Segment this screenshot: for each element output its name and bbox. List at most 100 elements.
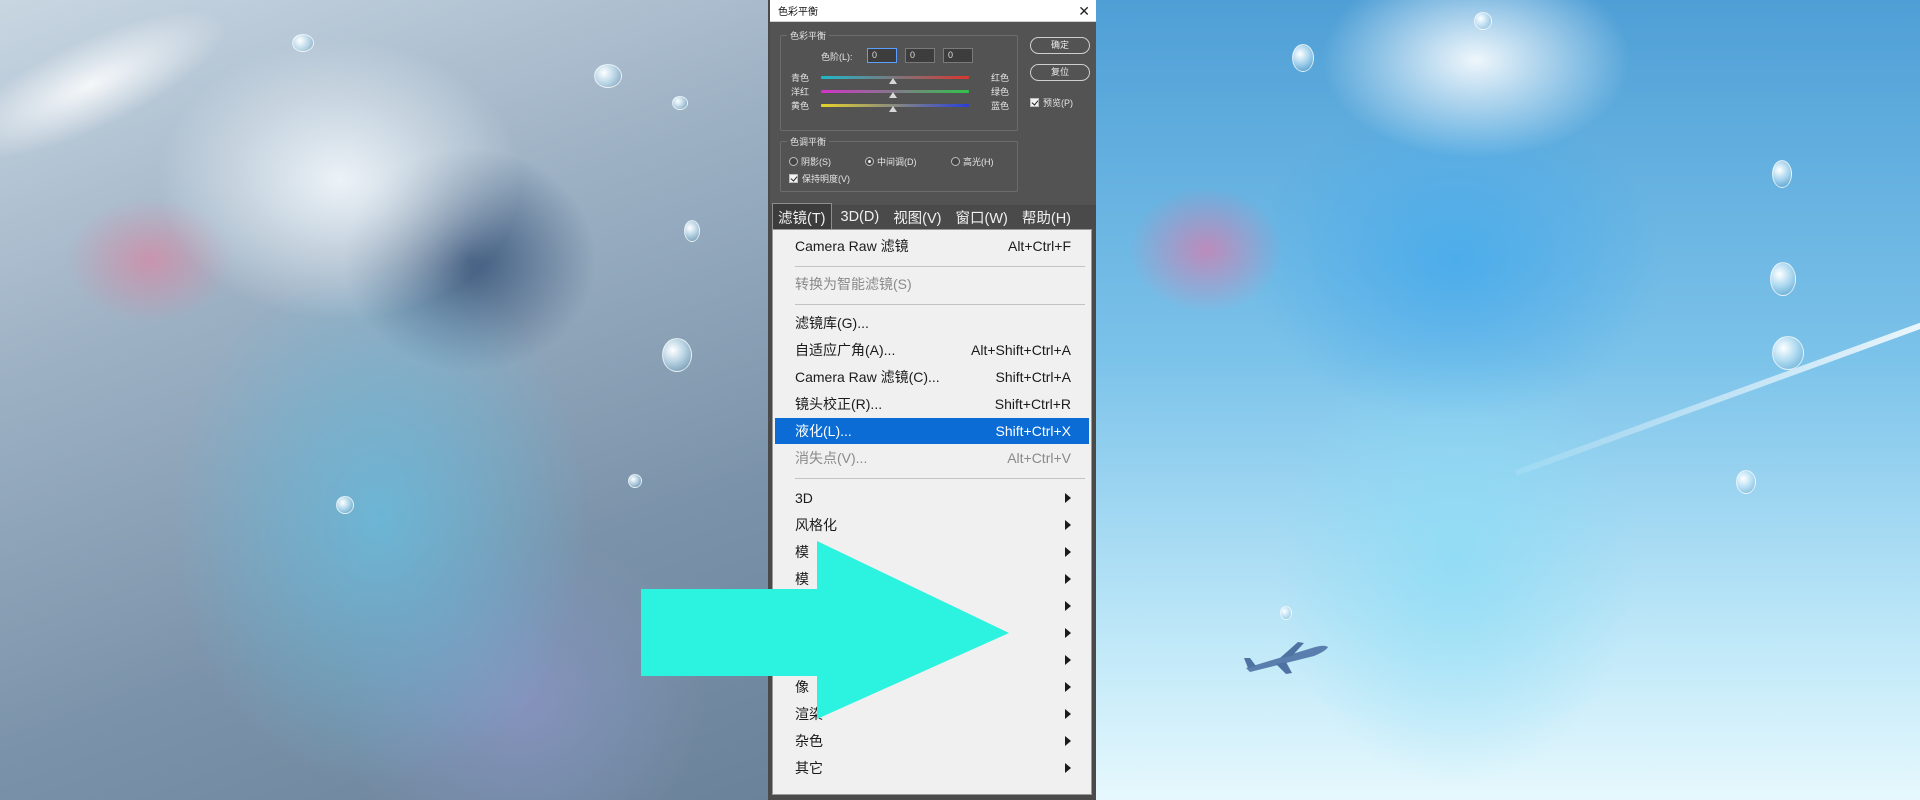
water-droplet — [684, 220, 700, 242]
radio-label: 高光(H) — [963, 157, 994, 167]
menu-item-adaptive-wide-angle[interactable]: 自适应广角(A)... Alt+Shift+Ctrl+A — [775, 337, 1089, 363]
menu-item-label: Camera Raw 滤镜 — [795, 238, 909, 254]
group-title: 色彩平衡 — [787, 29, 830, 42]
levels-input-magenta-green[interactable]: 0 — [905, 48, 935, 63]
submenu-arrow-icon — [1065, 520, 1071, 530]
water-droplet — [292, 34, 314, 52]
water-droplet — [628, 474, 642, 488]
submenu-arrow-icon — [1065, 682, 1071, 692]
airplane-icon — [1244, 642, 1328, 674]
color-balance-group: 色彩平衡 色阶(L): 0 0 0 青色 红色 洋红 绿色 黄色 蓝色 — [780, 29, 1018, 131]
menu-item-lens-correction[interactable]: 镜头校正(R)... Shift+Ctrl+R — [775, 391, 1089, 417]
right-arrow-icon — [641, 541, 1009, 719]
slider-left-label: 黄色 — [791, 101, 810, 111]
submenu-other[interactable]: 其它 — [775, 755, 1089, 781]
submenu-3d[interactable]: 3D — [775, 485, 1089, 511]
color-balance-dialog: 色彩平衡 ✕ 色彩平衡 色阶(L): 0 0 0 青色 红色 洋红 绿色 黄色 … — [770, 0, 1096, 205]
menu-item-label: 自适应广角(A)... — [795, 342, 896, 358]
tone-radio-row: 阴影(S) 中间调(D) 高光(H) — [789, 155, 1015, 169]
menu-item-liquify[interactable]: 液化(L)... Shift+Ctrl+X — [775, 418, 1089, 444]
submenu-arrow-icon — [1065, 709, 1071, 719]
levels-label: 色阶(L): — [821, 52, 853, 62]
menu-separator — [795, 304, 1085, 305]
water-droplet — [662, 338, 692, 372]
menu-item-convert-smart-filter[interactable]: 转换为智能滤镜(S) — [775, 271, 1089, 297]
menu-3d[interactable]: 3D(D) — [836, 206, 885, 228]
submenu-arrow-icon — [1065, 574, 1071, 584]
menu-help[interactable]: 帮助(H) — [1017, 204, 1076, 231]
water-droplet — [1292, 44, 1314, 72]
menu-separator — [795, 266, 1085, 267]
checkbox-label: 保持明度(V) — [802, 174, 850, 184]
checkbox-icon[interactable] — [1030, 98, 1039, 107]
submenu-arrow-icon — [1065, 547, 1071, 557]
water-droplet — [336, 496, 354, 514]
water-droplet — [672, 96, 688, 110]
water-droplet — [1280, 606, 1292, 620]
menu-filter[interactable]: 滤镜(T) — [772, 202, 832, 232]
submenu-arrow-icon — [1065, 655, 1071, 665]
submenu-arrow-icon — [1065, 736, 1071, 746]
levels-input-yellow-blue[interactable]: 0 — [943, 48, 973, 63]
menu-item-label: 杂色 — [795, 733, 823, 749]
radio-dot[interactable] — [789, 157, 798, 166]
dialog-title: 色彩平衡 — [778, 7, 818, 18]
menu-window[interactable]: 窗口(W) — [951, 204, 1013, 231]
menu-item-label: 液化(L)... — [795, 423, 852, 439]
water-droplet — [594, 64, 622, 88]
checkbox-label: 预览(P) — [1043, 98, 1073, 108]
menu-item-label: 风格化 — [795, 517, 837, 533]
radio-dot[interactable] — [951, 157, 960, 166]
water-droplet — [1474, 12, 1492, 30]
radio-dot[interactable] — [865, 157, 874, 166]
menu-view[interactable]: 视图(V) — [888, 204, 946, 231]
menu-item-vanishing-point[interactable]: 消失点(V)... Alt+Ctrl+V — [775, 445, 1089, 471]
water-droplet — [1770, 262, 1796, 296]
radio-label: 阴影(S) — [801, 157, 831, 167]
close-icon[interactable]: ✕ — [1078, 4, 1090, 18]
menu-item-label: 转换为智能滤镜(S) — [795, 276, 912, 292]
menu-item-camera-raw-filter[interactable]: Camera Raw 滤镜(C)... Shift+Ctrl+A — [775, 364, 1089, 390]
submenu-arrow-icon — [1065, 601, 1071, 611]
submenu-stylize[interactable]: 风格化 — [775, 512, 1089, 538]
water-droplet — [1772, 160, 1792, 188]
menu-item-label: Camera Raw 滤镜(C)... — [795, 369, 940, 385]
shadows-radio[interactable]: 阴影(S) — [789, 155, 831, 168]
reset-button[interactable]: 复位 — [1030, 64, 1090, 81]
slider-right-label: 蓝色 — [990, 101, 1009, 111]
menu-item-label: 滤镜库(G)... — [795, 315, 869, 331]
highlights-radio[interactable]: 高光(H) — [951, 155, 994, 168]
menu-item-shortcut: Alt+Ctrl+F — [1007, 238, 1071, 254]
levels-row: 色阶(L): 0 0 0 — [781, 47, 1017, 65]
dialog-titlebar[interactable]: 色彩平衡 ✕ — [770, 0, 1096, 22]
yellow-blue-slider[interactable]: 黄色 蓝色 — [781, 97, 1017, 113]
menu-item-camera-raw-last[interactable]: Camera Raw 滤镜 Alt+Ctrl+F — [775, 233, 1089, 259]
submenu-arrow-icon — [1065, 763, 1071, 773]
group-title: 色调平衡 — [787, 135, 830, 148]
menu-item-shortcut: Shift+Ctrl+A — [995, 369, 1071, 385]
menu-item-label: 消失点(V)... — [795, 450, 868, 466]
menu-item-shortcut: Alt+Ctrl+V — [1007, 450, 1071, 466]
checkbox-icon[interactable] — [789, 174, 798, 183]
menu-item-shortcut: Shift+Ctrl+R — [994, 396, 1071, 412]
midtones-radio[interactable]: 中间调(D) — [865, 155, 917, 168]
menu-item-label: 其它 — [795, 760, 823, 776]
preserve-luminosity-checkbox[interactable]: 保持明度(V) — [789, 172, 850, 185]
slider-thumb[interactable] — [889, 106, 897, 112]
submenu-arrow-icon — [1065, 493, 1071, 503]
submenu-arrow-icon — [1065, 628, 1071, 638]
menu-item-filter-gallery[interactable]: 滤镜库(G)... — [775, 310, 1089, 336]
menu-separator — [795, 478, 1085, 479]
menu-item-shortcut: Alt+Shift+Ctrl+A — [971, 342, 1071, 358]
submenu-noise[interactable]: 杂色 — [775, 728, 1089, 754]
airplane-contrail — [1514, 312, 1920, 476]
menu-item-label: 镜头校正(R)... — [795, 396, 883, 412]
after-artwork — [1096, 0, 1920, 800]
water-droplet — [1736, 470, 1756, 494]
water-droplet — [1772, 336, 1804, 370]
levels-input-cyan-red[interactable]: 0 — [867, 48, 897, 63]
preview-checkbox[interactable]: 预览(P) — [1030, 96, 1073, 109]
radio-label: 中间调(D) — [877, 157, 917, 167]
ok-button[interactable]: 确定 — [1030, 37, 1090, 54]
menu-item-shortcut: Shift+Ctrl+X — [995, 423, 1071, 439]
